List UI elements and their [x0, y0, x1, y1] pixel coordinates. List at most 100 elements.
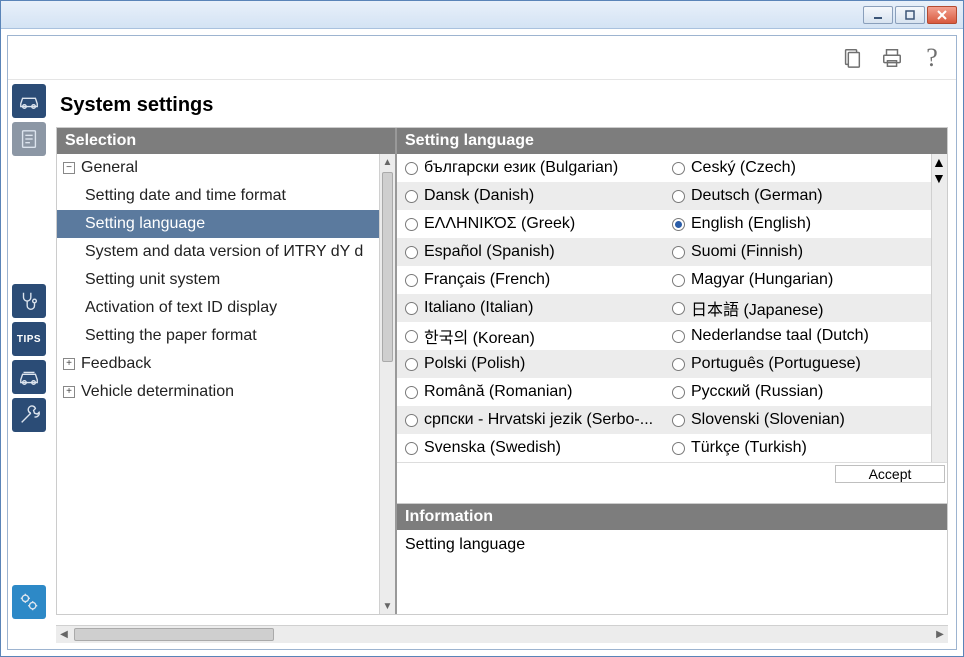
collapse-icon[interactable]: − [63, 162, 75, 174]
tree: − General Setting date and time formatSe… [57, 154, 395, 614]
radio-icon[interactable] [405, 386, 418, 399]
radio-icon[interactable] [672, 386, 685, 399]
radio-icon[interactable] [672, 190, 685, 203]
radio-icon[interactable] [672, 358, 685, 371]
help-icon[interactable]: ? [920, 46, 944, 70]
information-header: Information [397, 504, 947, 530]
rail-settings-icon[interactable] [12, 585, 46, 619]
tree-label: Vehicle determination [81, 383, 234, 401]
language-option[interactable]: Svenska (Swedish) [397, 434, 664, 462]
language-area: български език (Bulgarian)Ceský (Czech)D… [397, 154, 947, 462]
radio-icon[interactable] [672, 302, 685, 315]
language-option[interactable]: Română (Romanian) [397, 378, 664, 406]
expand-icon[interactable]: + [63, 358, 75, 370]
radio-icon[interactable] [405, 358, 418, 371]
language-option[interactable]: Slovenski (Slovenian) [664, 406, 931, 434]
language-option[interactable]: Português (Portuguese) [664, 350, 931, 378]
radio-icon[interactable] [405, 330, 418, 343]
radio-icon[interactable] [672, 162, 685, 175]
scroll-down-icon[interactable]: ▼ [380, 598, 395, 614]
radio-icon[interactable] [672, 218, 685, 231]
tree-label: General [81, 159, 138, 177]
radio-icon[interactable] [672, 414, 685, 427]
accept-row: Accept [397, 462, 947, 485]
tree-label: System and data version of ИTRY dY d [85, 243, 363, 261]
language-option[interactable]: Français (French) [397, 266, 664, 294]
radio-icon[interactable] [672, 330, 685, 343]
scroll-left-icon[interactable]: ◀ [56, 626, 72, 643]
scroll-down-icon[interactable]: ▼ [932, 170, 947, 186]
language-option[interactable]: Italiano (Italian) [397, 294, 664, 322]
language-label: English (English) [691, 215, 811, 233]
language-option[interactable]: Русский (Russian) [664, 378, 931, 406]
radio-icon[interactable] [405, 246, 418, 259]
language-option[interactable]: Deutsch (German) [664, 182, 931, 210]
language-label: Română (Romanian) [424, 383, 573, 401]
language-option[interactable]: 한국의 (Korean) [397, 322, 664, 350]
radio-icon[interactable] [405, 414, 418, 427]
radio-icon[interactable] [672, 274, 685, 287]
scroll-up-icon[interactable]: ▲ [380, 154, 395, 170]
language-option[interactable]: Español (Spanish) [397, 238, 664, 266]
language-label: Magyar (Hungarian) [691, 271, 833, 289]
rail-vehicle-icon[interactable] [12, 84, 46, 118]
scroll-thumb[interactable] [382, 172, 393, 362]
radio-icon[interactable] [672, 246, 685, 259]
copy-icon[interactable] [840, 46, 864, 70]
language-option[interactable]: български език (Bulgarian) [397, 154, 664, 182]
rail-document-icon[interactable] [12, 122, 46, 156]
expand-icon[interactable]: + [63, 386, 75, 398]
content: TIPS System settings Selection [8, 80, 956, 623]
maximize-button[interactable] [895, 6, 925, 24]
language-label: Nederlandse taal (Dutch) [691, 327, 869, 345]
language-option[interactable]: Türkçe (Turkish) [664, 434, 931, 462]
radio-icon[interactable] [672, 442, 685, 455]
tree-scrollbar[interactable]: ▲ ▼ [379, 154, 395, 614]
rail-tool-icon[interactable] [12, 398, 46, 432]
accept-button[interactable]: Accept [835, 465, 945, 483]
tree-child[interactable]: System and data version of ИTRY dY d [57, 238, 379, 266]
left-rail: TIPS [8, 80, 52, 623]
language-label: Polski (Polish) [424, 355, 525, 373]
tree-child[interactable]: Setting language [57, 210, 379, 238]
language-option[interactable]: English (English) [664, 210, 931, 238]
radio-icon[interactable] [405, 162, 418, 175]
language-option[interactable]: Dansk (Danish) [397, 182, 664, 210]
tree-node-feedback[interactable]: + Feedback [57, 350, 379, 378]
language-option[interactable]: Magyar (Hungarian) [664, 266, 931, 294]
radio-icon[interactable] [405, 218, 418, 231]
rail-car2-icon[interactable] [12, 360, 46, 394]
tree-child[interactable]: Setting date and time format [57, 182, 379, 210]
language-option[interactable]: ΕΛΛΗΝΙΚΌΣ (Greek) [397, 210, 664, 238]
radio-icon[interactable] [405, 442, 418, 455]
tree-node-vehicle[interactable]: + Vehicle determination [57, 378, 379, 406]
language-option[interactable]: Ceský (Czech) [664, 154, 931, 182]
tree-child[interactable]: Activation of text ID display [57, 294, 379, 322]
tree-label: Activation of text ID display [85, 299, 277, 317]
scroll-right-icon[interactable]: ▶ [932, 626, 948, 643]
language-option[interactable]: Suomi (Finnish) [664, 238, 931, 266]
app-window: ? TIPS [0, 0, 964, 657]
print-icon[interactable] [880, 46, 904, 70]
radio-icon[interactable] [405, 274, 418, 287]
tree-child[interactable]: Setting unit system [57, 266, 379, 294]
radio-icon[interactable] [405, 190, 418, 203]
tree-label: Setting unit system [85, 271, 220, 289]
tree-node-general[interactable]: − General [57, 154, 379, 182]
language-label: Русский (Russian) [691, 383, 823, 401]
language-option[interactable]: Polski (Polish) [397, 350, 664, 378]
radio-icon[interactable] [405, 302, 418, 315]
language-option[interactable]: 日本語 (Japanese) [664, 294, 931, 322]
tree-child[interactable]: Setting the paper format [57, 322, 379, 350]
language-option[interactable]: Nederlandse taal (Dutch) [664, 322, 931, 350]
rail-tips-icon[interactable]: TIPS [12, 322, 46, 356]
page: System settings Selection − General Sett… [52, 80, 956, 623]
close-button[interactable] [927, 6, 957, 24]
scroll-up-icon[interactable]: ▲ [932, 154, 947, 170]
rail-diagnosis-icon[interactable] [12, 284, 46, 318]
language-option[interactable]: српски - Hrvatski jezik (Serbo-... [397, 406, 664, 434]
scroll-thumb[interactable] [74, 628, 274, 641]
horizontal-scrollbar[interactable]: ◀ ▶ [56, 625, 948, 643]
language-scrollbar[interactable]: ▲ ▼ [931, 154, 947, 462]
minimize-button[interactable] [863, 6, 893, 24]
